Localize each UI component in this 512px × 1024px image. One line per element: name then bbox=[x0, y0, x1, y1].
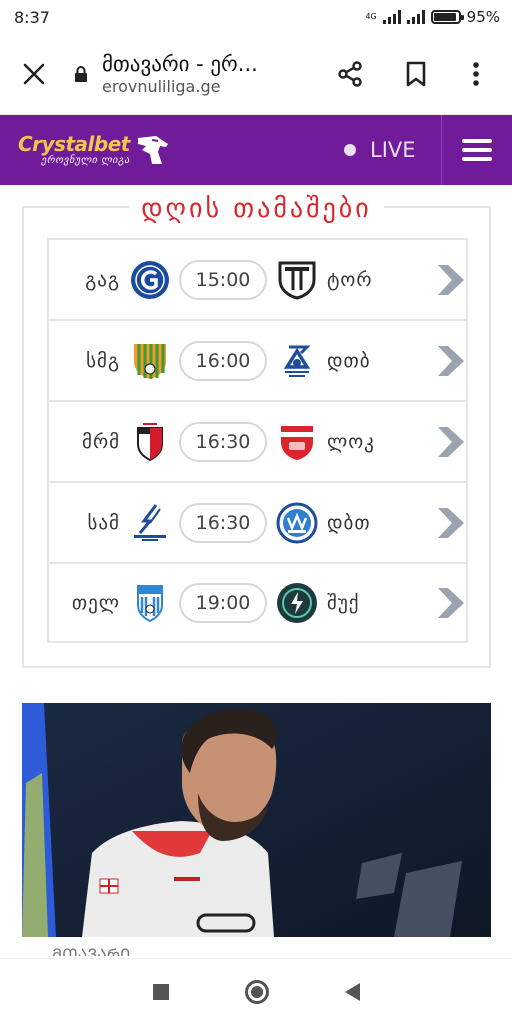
game-row[interactable]: თელ 19:00 შუქ bbox=[47, 562, 468, 643]
url-bar[interactable]: მთავარი - ერ... erovnuliliga.ge bbox=[74, 52, 328, 96]
home-team: სამ bbox=[87, 511, 120, 534]
match-time: 16:30 bbox=[179, 502, 267, 543]
signal-icon bbox=[382, 10, 401, 24]
away-team: ტორ bbox=[327, 268, 373, 291]
bookmark-icon[interactable] bbox=[394, 52, 438, 96]
samtredia-badge-icon bbox=[129, 502, 171, 544]
system-nav-bar bbox=[0, 958, 512, 1024]
football-player-image bbox=[22, 703, 491, 937]
site-header: Crystalbet ეროვნული ლიგა LIVE bbox=[0, 115, 512, 185]
home-team: სმგ bbox=[86, 349, 120, 372]
logo-text: Crystalbet bbox=[18, 132, 130, 156]
horse-logo-icon bbox=[137, 136, 168, 164]
gagra-badge-icon bbox=[129, 259, 171, 301]
news-photo[interactable] bbox=[22, 703, 491, 937]
merani-badge-icon bbox=[129, 421, 171, 463]
game-row[interactable]: სამ 16:30 დბთ bbox=[47, 481, 468, 562]
match-time: 16:00 bbox=[179, 340, 267, 381]
status-bar: 8:37 4G 95% bbox=[0, 0, 512, 34]
home-icon[interactable] bbox=[244, 979, 269, 1004]
dinamo-tbilisi-badge-icon bbox=[276, 340, 318, 382]
panel-title: დღის თამაშები bbox=[129, 194, 384, 224]
chevron-right-icon[interactable] bbox=[433, 586, 467, 620]
todays-games-panel: დღის თამაშები გაგ 15:00 ტორ სმგ 16:00 დთ… bbox=[22, 194, 491, 668]
game-row[interactable]: მრმ 16:30 ლოკ bbox=[47, 400, 468, 481]
status-time: 8:37 bbox=[14, 7, 50, 27]
more-vert-icon[interactable] bbox=[454, 52, 498, 96]
menu-button[interactable] bbox=[441, 115, 512, 185]
close-icon[interactable] bbox=[20, 60, 48, 88]
match-time: 16:30 bbox=[179, 421, 267, 462]
home-team: მრმ bbox=[82, 430, 120, 453]
recents-icon[interactable] bbox=[152, 983, 169, 1000]
status-icons: 4G 95% bbox=[365, 8, 500, 26]
away-team: შუქ bbox=[327, 591, 360, 614]
home-team: თელ bbox=[71, 591, 120, 614]
game-row[interactable]: გაგ 15:00 ტორ bbox=[47, 238, 468, 319]
browser-toolbar: მთავარი - ერ... erovnuliliga.ge bbox=[0, 34, 512, 115]
crystalbet-logo[interactable]: Crystalbet ეროვნული ლიგა bbox=[18, 133, 170, 167]
signal-icon bbox=[406, 10, 425, 24]
match-time: 15:00 bbox=[179, 259, 267, 300]
chevron-right-icon[interactable] bbox=[433, 425, 467, 459]
live-dot-icon bbox=[344, 144, 356, 156]
battery-icon bbox=[430, 10, 464, 24]
news-caption: ᲛᲗᲐᲕᲐᲠᲘ bbox=[52, 945, 131, 956]
chevron-right-icon[interactable] bbox=[433, 506, 467, 540]
telavi-badge-icon bbox=[129, 582, 171, 624]
away-team: დბთ bbox=[327, 511, 371, 534]
dinamo-batumi-badge-icon bbox=[276, 502, 318, 544]
games-list: გაგ 15:00 ტორ სმგ 16:00 დთბ მრმ 16:30 ლო… bbox=[47, 238, 468, 643]
game-row[interactable]: სმგ 16:00 დთბ bbox=[47, 319, 468, 400]
logo-subtext: ეროვნული ლიგა bbox=[41, 155, 130, 166]
lokomotivi-badge-icon bbox=[276, 421, 318, 463]
battery-percent: 95% bbox=[466, 8, 500, 26]
home-team: გაგ bbox=[85, 268, 120, 291]
torpedo-badge-icon bbox=[276, 259, 318, 301]
chevron-right-icon[interactable] bbox=[433, 344, 467, 378]
match-time: 19:00 bbox=[179, 582, 267, 623]
share-icon[interactable] bbox=[328, 52, 372, 96]
chevron-right-icon[interactable] bbox=[433, 263, 467, 297]
url-domain: erovnuliliga.ge bbox=[102, 77, 221, 96]
away-team: ლოკ bbox=[327, 430, 375, 453]
away-team: დთბ bbox=[327, 349, 371, 372]
back-icon[interactable] bbox=[344, 982, 360, 1001]
lock-icon bbox=[75, 66, 87, 82]
shukura-badge-icon bbox=[276, 582, 318, 624]
hamburger-icon bbox=[462, 134, 492, 166]
network-label: 4G bbox=[365, 12, 377, 21]
page-title: მთავარი - ერ... bbox=[102, 52, 258, 76]
samgurali-badge-icon bbox=[129, 340, 171, 382]
live-link[interactable]: LIVE bbox=[344, 138, 416, 162]
live-label: LIVE bbox=[370, 138, 416, 162]
